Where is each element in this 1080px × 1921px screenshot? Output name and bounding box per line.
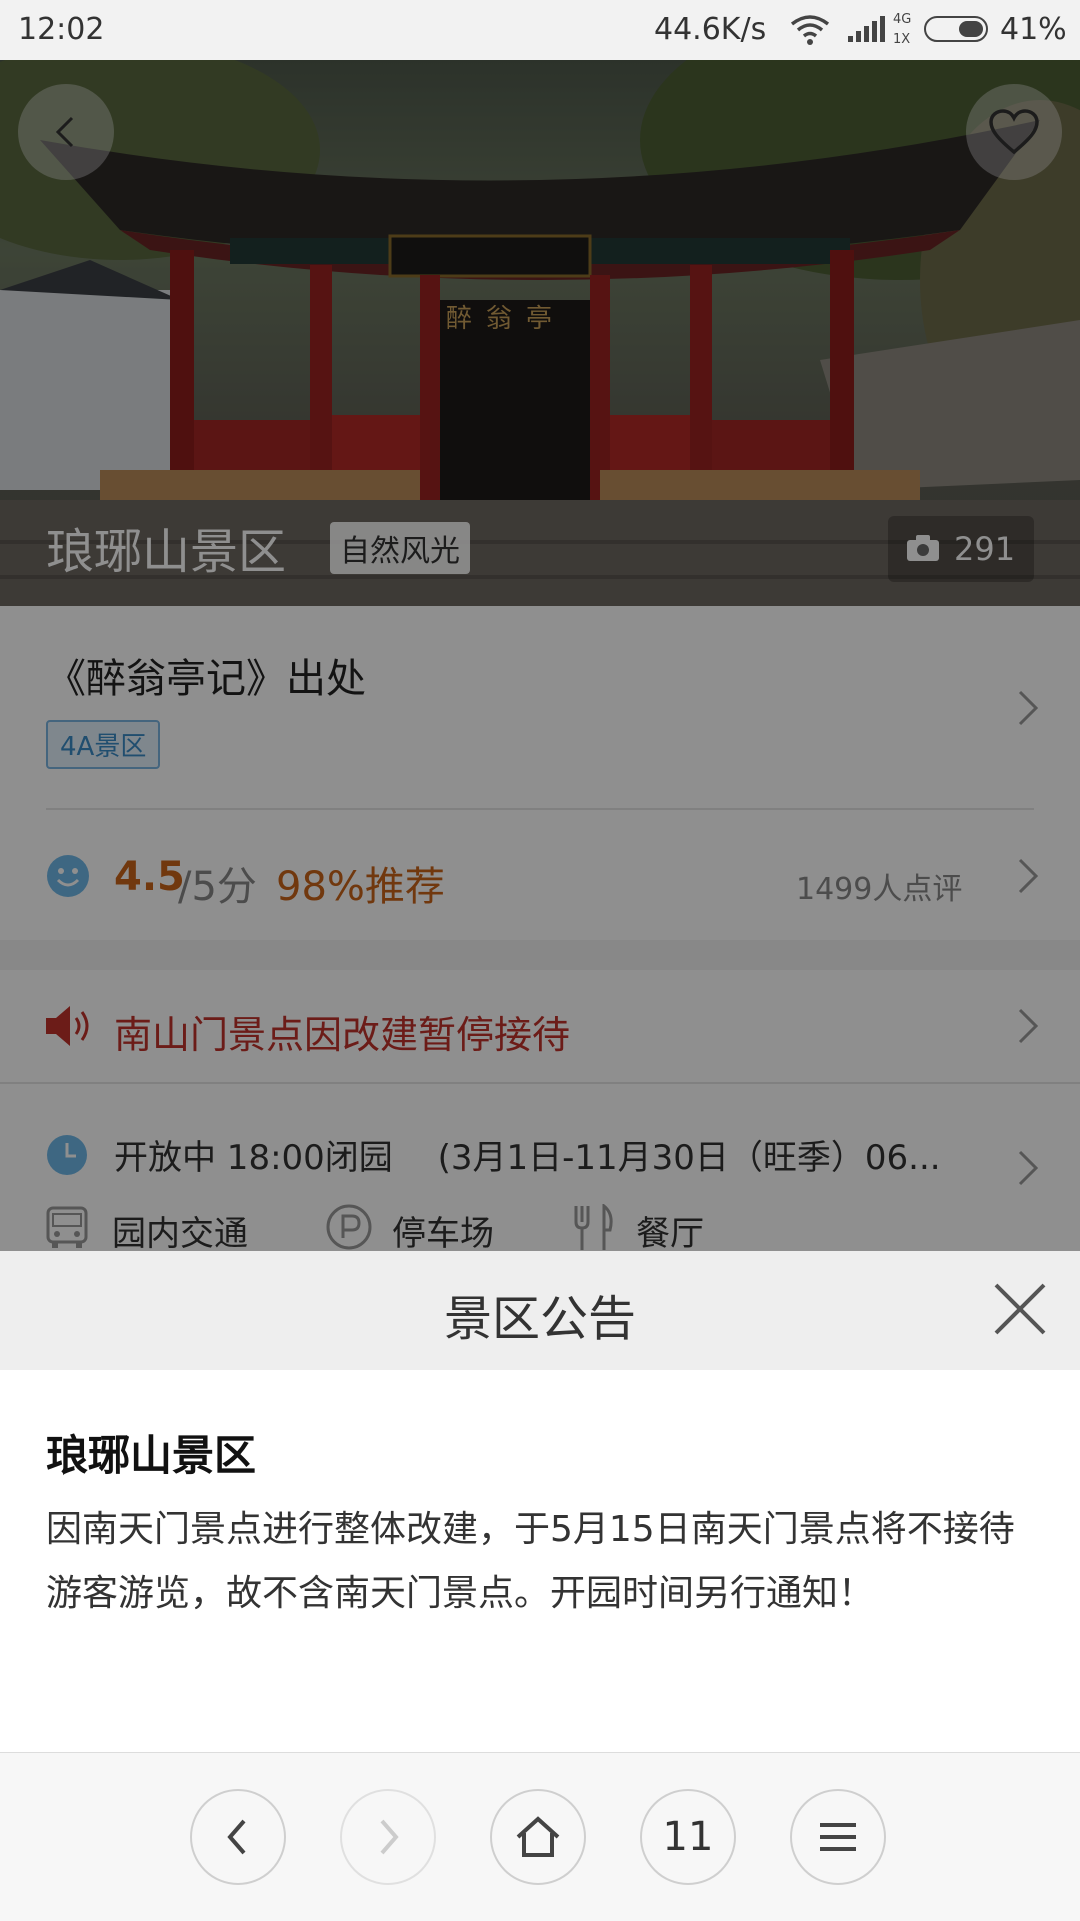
status-time: 12:02 [18,12,105,47]
nav-menu-button[interactable] [790,1789,886,1885]
wifi-icon [790,15,830,45]
network-speed: 44.6K/s [654,12,767,47]
announcement-text: 因南天门景点进行整体改建，于5月15日南天门景点将不接待游客游览，故不含南天门景… [46,1509,1015,1614]
announcement-title: 琅琊山景区 [46,1431,257,1480]
tab-count: 11 [662,1814,714,1860]
nav-tabs-button[interactable]: 11 [640,1789,736,1885]
announcement-header-title: 景区公告 [443,1291,636,1347]
announcement-header: 景区公告 [0,1251,1080,1370]
network-subtype: 1X [893,32,911,47]
battery-percent: 41% [1000,12,1067,47]
close-icon[interactable] [990,1279,1050,1339]
status-bar: 12:02 44.6K/s 4G 1X 41% [0,0,1080,60]
browser-bottom-nav: 11 [0,1752,1080,1921]
network-type: 4G [893,12,912,27]
modal-backdrop[interactable] [0,60,1080,1252]
nav-back-button[interactable] [190,1789,286,1885]
menu-icon [820,1823,856,1851]
chevron-right-icon [380,1819,399,1855]
home-icon [516,1816,560,1857]
nav-home-button[interactable] [490,1789,586,1885]
signal-icon [848,16,885,42]
battery-icon [924,16,988,42]
nav-forward-button[interactable] [340,1789,436,1885]
chevron-left-icon [227,1819,246,1855]
announcement-body: 琅琊山景区 因南天门景点进行整体改建，于5月15日南天门景点将不接待游客游览，故… [0,1370,1080,1752]
